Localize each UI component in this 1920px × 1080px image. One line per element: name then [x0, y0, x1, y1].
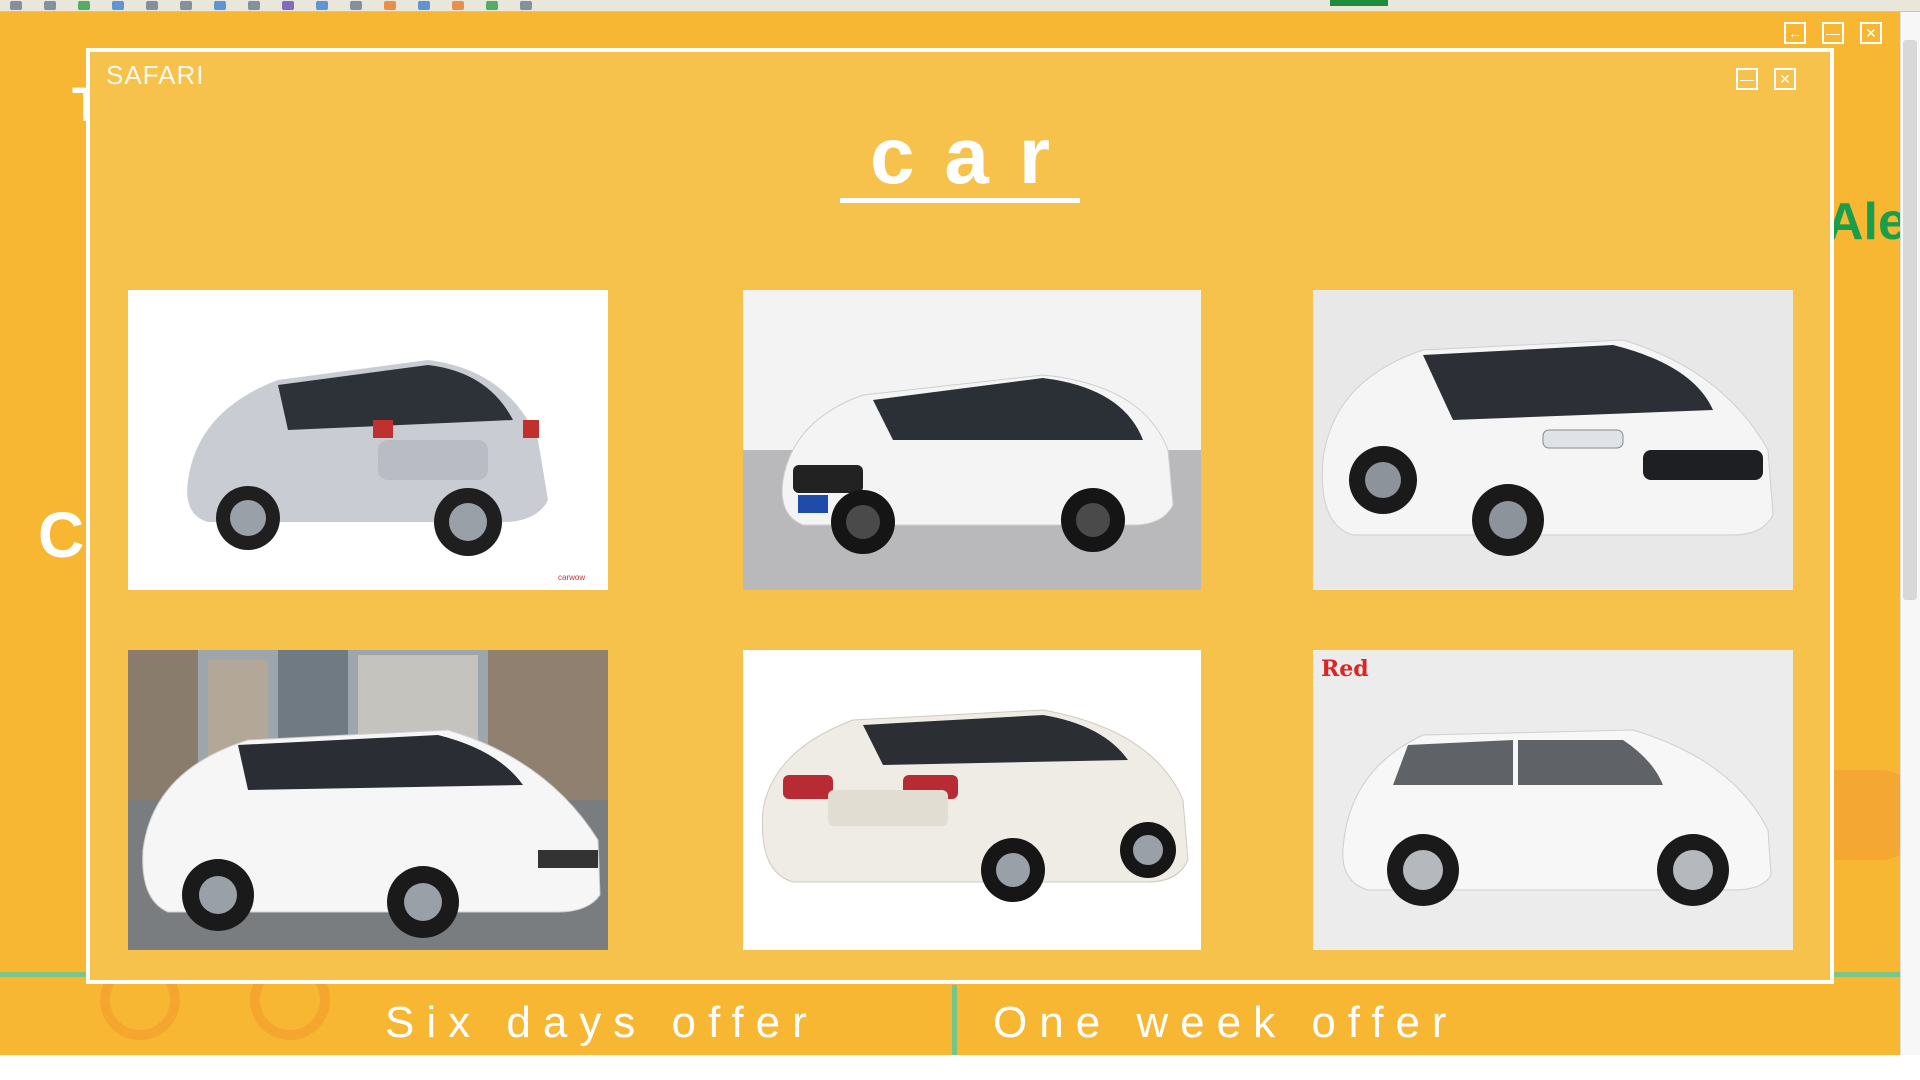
six-days-offer-link[interactable]: Six days offer [385, 998, 819, 1048]
car-photo-icon: carwow [128, 290, 608, 590]
app-icon[interactable] [214, 1, 226, 10]
page-window-controls: ← — ✕ [1784, 22, 1882, 44]
app-icon[interactable] [520, 1, 532, 10]
app-icon[interactable] [112, 1, 124, 10]
background-name-fragment: Ale [1826, 193, 1907, 251]
app-icon[interactable] [384, 1, 396, 10]
car-image[interactable] [743, 290, 1201, 590]
close-icon[interactable]: ✕ [1774, 68, 1796, 90]
car-photo-icon [743, 650, 1201, 950]
app-icon[interactable] [282, 1, 294, 10]
car-photo-icon [1313, 650, 1793, 950]
app-icon[interactable] [486, 1, 498, 10]
app-icon[interactable] [180, 1, 192, 10]
car-photo-icon [743, 290, 1201, 590]
title-wrapper: car [90, 114, 1830, 203]
car-image[interactable]: Red [1313, 650, 1793, 950]
modal-window-controls: — ✕ [1736, 68, 1796, 90]
app-icon[interactable] [316, 1, 328, 10]
one-week-offer-link[interactable]: One week offer [993, 998, 1459, 1048]
car-image[interactable]: carwow [128, 290, 608, 590]
car-image[interactable] [128, 650, 608, 950]
minimize-icon[interactable]: — [1822, 22, 1844, 44]
taskbar [0, 0, 1920, 12]
scrollbar-thumb[interactable] [1903, 40, 1917, 600]
app-icon[interactable] [248, 1, 260, 10]
app-icon[interactable] [78, 1, 90, 10]
back-icon[interactable]: ← [1784, 22, 1806, 44]
car-photo-icon [1313, 290, 1793, 590]
car-image[interactable] [1313, 290, 1793, 590]
car-gallery-modal: SAFARI — ✕ car carwow Red [86, 48, 1834, 984]
car-image[interactable] [743, 650, 1201, 950]
app-icon[interactable] [452, 1, 464, 10]
app-icon[interactable] [146, 1, 158, 10]
offer-divider [952, 985, 957, 1055]
background-text-fragment: C [38, 499, 85, 571]
taskbar-indicator [1330, 0, 1388, 6]
car-photo-icon [128, 650, 608, 950]
start-icon[interactable] [10, 1, 22, 10]
minimize-icon[interactable]: — [1736, 68, 1758, 90]
app-icon[interactable] [350, 1, 362, 10]
svg-text:carwow: carwow [558, 573, 585, 582]
page-bottom-strip [0, 1055, 1920, 1080]
brand-logo: SAFARI [106, 60, 205, 90]
app-icon[interactable] [44, 1, 56, 10]
modal-title: car [839, 114, 1081, 203]
close-icon[interactable]: ✕ [1860, 22, 1882, 44]
app-icon[interactable] [418, 1, 430, 10]
dealer-logo: Red [1321, 656, 1369, 682]
